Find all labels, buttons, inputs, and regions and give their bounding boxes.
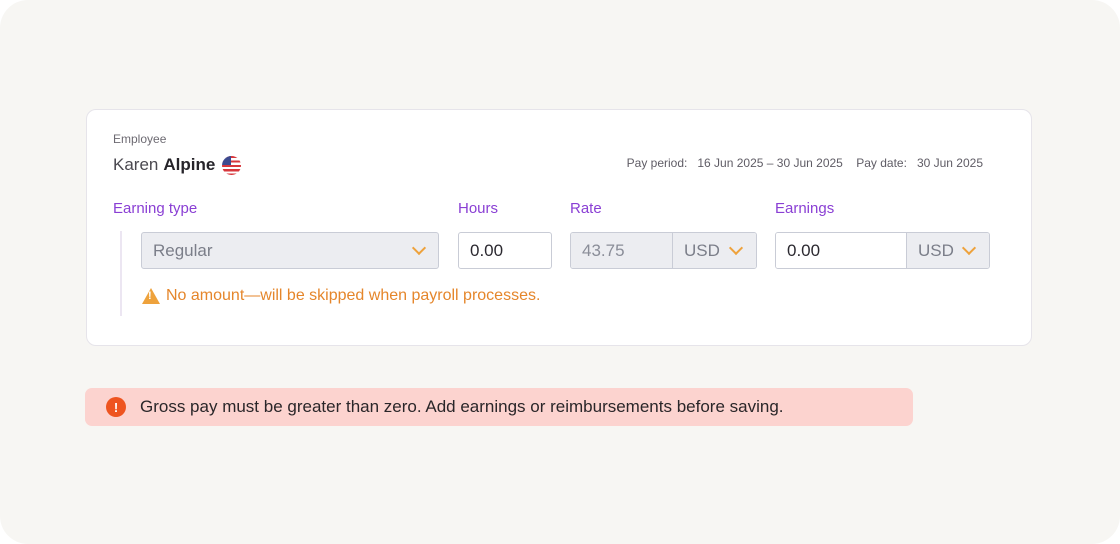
rate-field: 43.75 USD <box>570 232 757 269</box>
chevron-down-icon <box>411 240 427 256</box>
earnings-currency-select[interactable]: USD <box>907 233 989 268</box>
rate-currency-select[interactable]: USD <box>673 233 756 268</box>
skip-warning: No amount—will be skipped when payroll p… <box>142 287 540 305</box>
error-icon: ! <box>106 397 126 417</box>
earnings-currency-value: USD <box>918 240 954 260</box>
app-background: Employee Karen Alpine Pay period: 16 Jun… <box>0 0 1120 544</box>
chevron-down-icon <box>961 240 977 256</box>
earning-type-header: Earning type <box>113 200 198 217</box>
pay-date-label: Pay date: <box>856 156 907 170</box>
employee-name: Karen Alpine <box>113 155 242 175</box>
us-flag-icon <box>222 155 242 175</box>
earnings-header: Earnings <box>775 200 835 217</box>
chevron-down-icon <box>728 240 744 256</box>
error-message: Gross pay must be greater than zero. Add… <box>140 397 784 416</box>
warning-icon <box>142 288 160 304</box>
error-banner: ! Gross pay must be greater than zero. A… <box>85 388 913 426</box>
hours-value: 0.00 <box>470 240 504 260</box>
earning-type-select[interactable]: Regular <box>141 232 439 269</box>
employee-last-name: Alpine <box>163 155 216 174</box>
pay-info: Pay period: 16 Jun 2025 – 30 Jun 2025 Pa… <box>627 156 983 170</box>
rate-header: Rate <box>570 200 602 217</box>
pay-period-label: Pay period: <box>626 156 688 170</box>
earnings-card: Employee Karen Alpine Pay period: 16 Jun… <box>86 109 1032 346</box>
pay-date-value: 30 Jun 2025 <box>916 156 983 170</box>
earnings-field: 0.00 USD <box>775 232 990 269</box>
hours-input[interactable]: 0.00 <box>458 232 552 269</box>
skip-warning-text: No amount—will be skipped when payroll p… <box>166 287 541 304</box>
employee-first-name: Karen <box>113 155 159 174</box>
row-indent-rail <box>120 231 122 316</box>
rate-input[interactable]: 43.75 <box>571 233 673 268</box>
hours-header: Hours <box>458 200 499 217</box>
rate-currency-value: USD <box>684 240 720 260</box>
pay-period-value: 16 Jun 2025 – 30 Jun 2025 <box>697 156 843 170</box>
employee-label: Employee <box>113 132 167 146</box>
earnings-input[interactable]: 0.00 <box>776 233 907 268</box>
earning-type-value: Regular <box>153 240 213 260</box>
